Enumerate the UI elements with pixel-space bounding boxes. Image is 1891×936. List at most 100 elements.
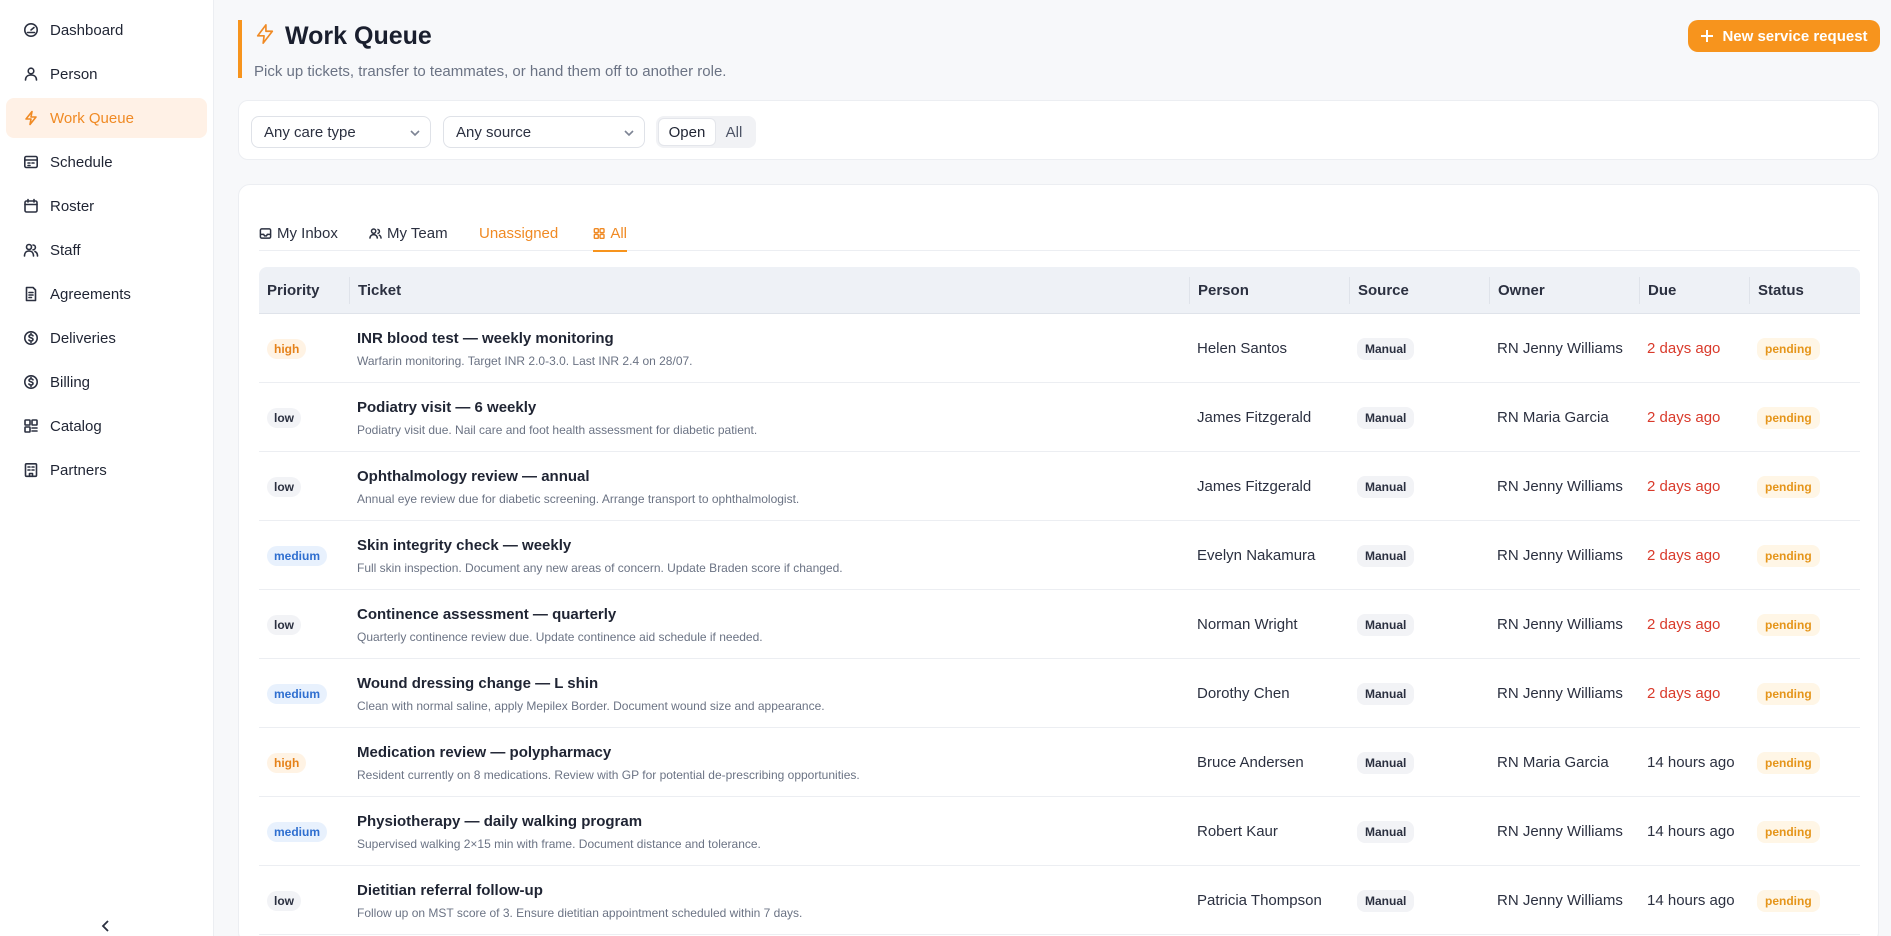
table-row[interactable]: medium Wound dressing change — L shin Clea…: [259, 659, 1860, 728]
status-cell: pending: [1757, 383, 1820, 452]
due-cell: 2 days ago: [1647, 616, 1721, 633]
ticket-title[interactable]: Wound dressing change — L shin: [357, 675, 598, 692]
sidebar-item-label: Billing: [50, 373, 91, 391]
table-row[interactable]: high Medication review — polypharmacy Resi…: [259, 728, 1860, 797]
sidebar-item-roster[interactable]: Roster: [6, 186, 207, 226]
sidebar-item-label: Partners: [50, 461, 107, 479]
owner-cell: RN Jenny Williams: [1497, 685, 1623, 702]
new-service-request-button[interactable]: New service request: [1688, 20, 1880, 52]
catalog-icon: [22, 417, 40, 435]
ticket-description: Follow up on MST score of 3. Ensure diet…: [357, 905, 803, 920]
inbox-icon: [259, 227, 272, 239]
priority-badge: low: [267, 407, 301, 428]
open-all-toggle: Open All: [656, 116, 756, 148]
person-cell: James Fitzgerald: [1197, 409, 1312, 426]
tab-my-team[interactable]: My Team: [369, 215, 448, 251]
ticket-title[interactable]: Dietitian referral follow-up: [357, 882, 543, 899]
due-cell: 2 days ago: [1647, 409, 1721, 426]
tab-unassigned[interactable]: Unassigned: [479, 215, 558, 251]
ticket-description: Annual eye review due for diabetic scree…: [357, 491, 800, 506]
sidebar-item-label: Roster: [50, 197, 95, 215]
ticket-title[interactable]: Skin integrity check — weekly: [357, 537, 571, 554]
sidebar-nav: Dashboard Person Work Queue Schedule Roster S…: [0, 0, 213, 490]
sidebar-item-agreements[interactable]: Agreements: [6, 274, 207, 314]
page-title: Work Queue: [285, 21, 432, 50]
sidebar-item-label: Person: [50, 65, 98, 83]
status-badge: pending: [1757, 889, 1820, 912]
ticket-title[interactable]: INR blood test — weekly monitoring: [357, 330, 614, 347]
team-icon: [369, 227, 382, 239]
ticket-title[interactable]: Medication review — polypharmacy: [357, 744, 611, 761]
ticket-title[interactable]: Physiotherapy — daily walking program: [357, 813, 642, 830]
column-header-source[interactable]: Source: [1349, 277, 1409, 304]
ticket-description: Supervised walking 2×15 min with frame. …: [357, 836, 761, 851]
priority-badge: medium: [267, 545, 328, 566]
sidebar-item-work-queue[interactable]: Work Queue: [6, 98, 207, 138]
toggle-open[interactable]: Open: [658, 118, 716, 146]
sidebar-item-catalog[interactable]: Catalog: [6, 406, 207, 446]
status-badge: pending: [1757, 544, 1820, 567]
tab-label: My Team: [387, 224, 448, 242]
source-cell: Manual: [1357, 452, 1415, 521]
table-row[interactable]: medium Physiotherapy — daily walking prog…: [259, 797, 1860, 866]
toggle-all[interactable]: All: [716, 118, 752, 146]
due-cell: 2 days ago: [1647, 478, 1721, 495]
schedule-icon: [22, 153, 40, 171]
tab-all[interactable]: All: [593, 215, 627, 252]
table-row[interactable]: low Continence assessment — quarterly Quar…: [259, 590, 1860, 659]
ticket-title[interactable]: Ophthalmology review — annual: [357, 468, 590, 485]
due-cell: 2 days ago: [1647, 685, 1721, 702]
table-row[interactable]: low Dietitian referral follow-up Follow up…: [259, 866, 1860, 935]
column-header-owner[interactable]: Owner: [1489, 277, 1545, 304]
page-header: Work Queue Pick up tickets, transfer to …: [238, 20, 1038, 80]
source-badge: Manual: [1357, 544, 1415, 567]
column-header-ticket[interactable]: Ticket: [349, 277, 401, 304]
queue-tabs: My Inbox My Team Unassigned All: [259, 215, 1860, 252]
table-row[interactable]: low Podiatry visit — 6 weekly Podiatry vis…: [259, 383, 1860, 452]
care-type-select[interactable]: Any care type: [251, 116, 431, 148]
owner-cell: RN Maria Garcia: [1497, 754, 1609, 771]
sidebar-item-deliveries[interactable]: Deliveries: [6, 318, 207, 358]
column-header-priority[interactable]: Priority: [259, 267, 320, 314]
sidebar-item-billing[interactable]: Billing: [6, 362, 207, 402]
source-cell: Manual: [1357, 728, 1415, 797]
tab-my-inbox[interactable]: My Inbox: [259, 215, 338, 251]
source-badge: Manual: [1357, 337, 1415, 360]
priority-cell: low: [267, 452, 301, 521]
source-value: Any source: [456, 123, 532, 141]
due-cell: 14 hours ago: [1647, 892, 1735, 909]
priority-badge: low: [267, 614, 301, 635]
sidebar-item-dashboard[interactable]: Dashboard: [6, 10, 207, 50]
ticket-cell: INR blood test — weekly monitoring Warfar…: [357, 314, 1177, 383]
person-cell: Evelyn Nakamura: [1197, 547, 1316, 564]
ticket-title[interactable]: Continence assessment — quarterly: [357, 606, 616, 623]
ticket-cell: Dietitian referral follow-up Follow up on…: [357, 866, 1177, 935]
table-row[interactable]: medium Skin integrity check — weekly Full …: [259, 521, 1860, 590]
sidebar-item-staff[interactable]: Staff: [6, 230, 207, 270]
column-header-due[interactable]: Due: [1639, 277, 1676, 304]
ticket-title[interactable]: Podiatry visit — 6 weekly: [357, 399, 536, 416]
source-badge: Manual: [1357, 682, 1415, 705]
sidebar-item-label: Catalog: [50, 417, 102, 435]
source-cell: Manual: [1357, 521, 1415, 590]
column-header-status[interactable]: Status: [1749, 277, 1804, 304]
collapse-sidebar-button[interactable]: [96, 916, 116, 936]
source-select[interactable]: Any source: [443, 116, 645, 148]
status-cell: pending: [1757, 797, 1820, 866]
ticket-cell: Continence assessment — quarterly Quarter…: [357, 590, 1177, 659]
column-header-person[interactable]: Person: [1189, 277, 1249, 304]
sidebar-item-label: Deliveries: [50, 329, 116, 347]
users-icon: [22, 241, 40, 259]
source-cell: Manual: [1357, 590, 1415, 659]
chevron-left-icon: [101, 920, 109, 932]
sidebar-item-schedule[interactable]: Schedule: [6, 142, 207, 182]
sidebar-item-person[interactable]: Person: [6, 54, 207, 94]
sidebar-item-partners[interactable]: Partners: [6, 450, 207, 490]
table-row[interactable]: low Ophthalmology review — annual Annual e…: [259, 452, 1860, 521]
dollar-circle-icon: [22, 373, 40, 391]
source-badge: Manual: [1357, 406, 1415, 429]
priority-badge: medium: [267, 683, 328, 704]
building-icon: [22, 461, 40, 479]
table-row[interactable]: high INR blood test — weekly monitoring Wa…: [259, 314, 1860, 383]
sidebar-item-label: Dashboard: [50, 21, 124, 39]
